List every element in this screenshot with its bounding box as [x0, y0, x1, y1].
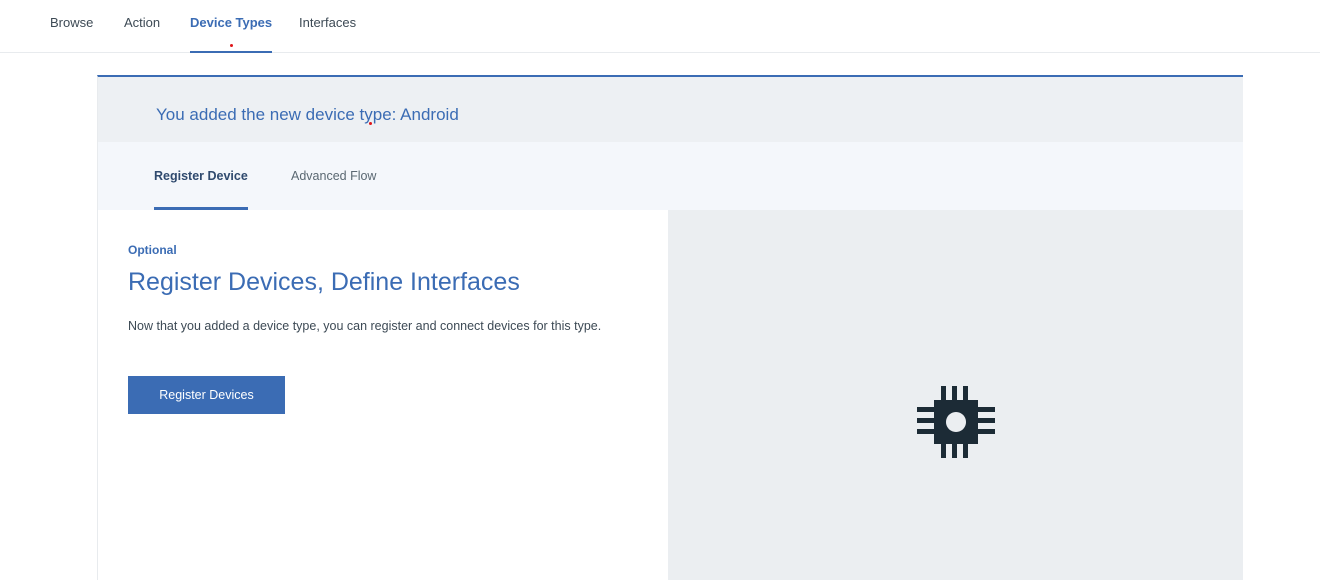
subtab-advanced-flow[interactable]: Advanced Flow — [291, 142, 376, 210]
cursor-marker — [230, 44, 233, 47]
success-message: You added the new device type: Android — [156, 105, 459, 124]
top-navigation: Browse Action Device Types Interfaces — [0, 0, 1320, 53]
card-header: You added the new device type: Android — [98, 77, 1243, 142]
device-type-card: You added the new device type: Android R… — [97, 75, 1243, 580]
cursor-marker — [369, 122, 372, 125]
subtab-bar: Register Device Advanced Flow — [98, 142, 1243, 210]
chip-icon — [917, 386, 995, 458]
optional-label: Optional — [128, 243, 177, 257]
register-panel: Optional Register Devices, Define Interf… — [98, 210, 668, 580]
panel-description: Now that you added a device type, you ca… — [128, 319, 602, 333]
illustration-panel — [668, 210, 1243, 580]
register-devices-button[interactable]: Register Devices — [128, 376, 285, 414]
tab-browse[interactable]: Browse — [50, 0, 93, 53]
subtab-register-device[interactable]: Register Device — [154, 142, 248, 210]
panel-heading: Register Devices, Define Interfaces — [128, 268, 520, 296]
tab-action[interactable]: Action — [124, 0, 160, 53]
tab-interfaces[interactable]: Interfaces — [299, 0, 356, 53]
